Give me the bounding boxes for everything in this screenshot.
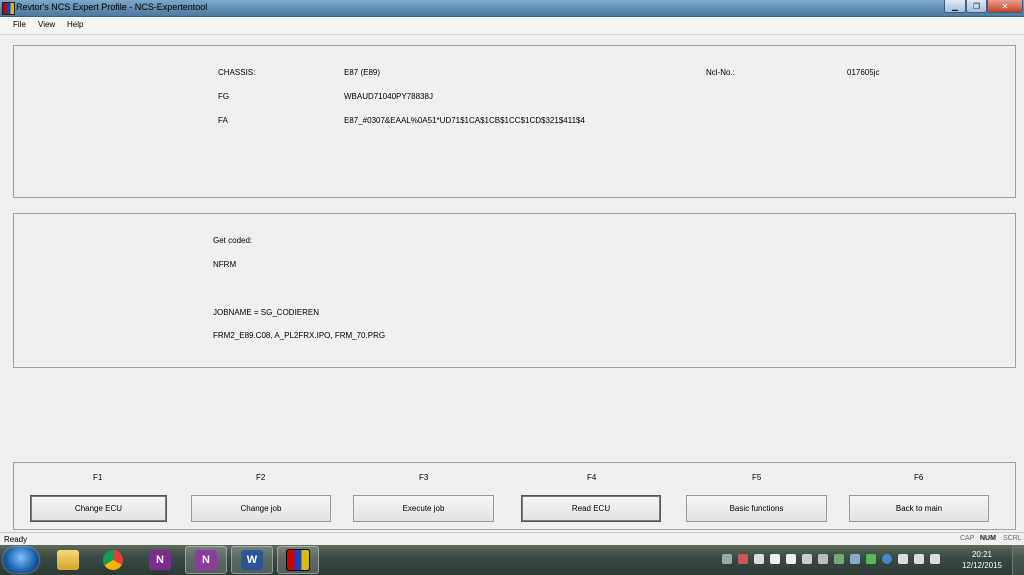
f3-label: F3 xyxy=(419,473,429,482)
fa-label: FA xyxy=(218,116,228,125)
ecu-name: NFRM xyxy=(213,260,237,269)
show-desktop-button[interactable] xyxy=(1012,545,1024,575)
tray-app-icon[interactable] xyxy=(738,554,748,564)
read-ecu-button[interactable]: Read ECU xyxy=(521,495,661,522)
taskbar-onenote-clipper[interactable]: N xyxy=(185,546,227,574)
get-coded-label: Get coded: xyxy=(213,236,253,245)
num-indicator: NUM xyxy=(980,535,996,542)
onenote-clipper-icon: N xyxy=(195,550,217,570)
taskbar-ncs-expert[interactable] xyxy=(277,546,319,574)
menu-help[interactable]: Help xyxy=(67,20,83,29)
chassis-label: CHASSIS: xyxy=(218,68,256,77)
taskbar-onenote[interactable]: N xyxy=(139,546,181,574)
signal-icon[interactable] xyxy=(914,554,924,564)
tray-network-icon[interactable] xyxy=(722,554,732,564)
scrl-indicator: SCRL xyxy=(1003,535,1022,542)
title-bar: Revtor's NCS Expert Profile - NCS-Expert… xyxy=(0,0,1024,17)
change-ecu-button[interactable]: Change ECU xyxy=(30,495,167,522)
restore-icon: ❐ xyxy=(972,1,981,11)
minimize-icon: ▁ xyxy=(951,1,959,11)
minimize-button[interactable]: ▁ xyxy=(944,0,966,13)
chassis-value: E87 (E89) xyxy=(344,68,381,77)
close-icon: ✕ xyxy=(1001,1,1009,11)
job-files-text: FRM2_E89.C08, A_PL2FRX.IPO, FRM_70.PRG xyxy=(213,331,386,340)
tray-grid-icon[interactable] xyxy=(786,554,796,564)
chrome-icon xyxy=(103,550,123,570)
back-to-main-button[interactable]: Back to main xyxy=(849,495,989,522)
tray-window-icon[interactable] xyxy=(770,554,780,564)
menu-file[interactable]: File xyxy=(13,20,26,29)
ncs-expert-icon xyxy=(286,549,310,571)
f6-label: F6 xyxy=(914,473,924,482)
clock-time: 20:21 xyxy=(971,550,993,559)
fg-label: FG xyxy=(218,92,230,101)
cap-indicator: CAP xyxy=(960,535,975,542)
app-icon xyxy=(2,2,15,15)
f5-label: F5 xyxy=(752,473,762,482)
ncl-label: Ncl-No.: xyxy=(706,68,735,77)
f2-label: F2 xyxy=(256,473,266,482)
volume-icon[interactable] xyxy=(930,554,940,564)
start-button[interactable] xyxy=(3,547,39,573)
ncl-value: 017605jc xyxy=(847,68,880,77)
close-button[interactable]: ✕ xyxy=(987,0,1023,13)
jobname-text: JOBNAME = SG_CODIEREN xyxy=(213,308,320,317)
windows-explorer-icon xyxy=(57,550,79,570)
fg-value: WBAUD71040PY78838J xyxy=(344,92,433,101)
tray-plus-icon[interactable] xyxy=(866,554,876,564)
job-info-panel: Get coded: NFRM JOBNAME = SG_CODIEREN FR… xyxy=(13,213,1016,368)
tray-flag-icon[interactable] xyxy=(754,554,764,564)
menu-bar: File View Help xyxy=(0,17,1024,35)
taskbar: N N W xyxy=(0,545,1024,575)
basic-functions-button[interactable]: Basic functions xyxy=(686,495,827,522)
vehicle-info-panel: CHASSIS: E87 (E89) Ncl-No.: 017605jc FG … xyxy=(13,45,1016,198)
taskbar-chrome[interactable] xyxy=(92,546,134,574)
word-icon: W xyxy=(241,550,263,570)
tray-speaker-alt-icon[interactable] xyxy=(802,554,812,564)
change-job-button[interactable]: Change job xyxy=(191,495,331,522)
tray-update-icon[interactable] xyxy=(818,554,828,564)
fa-value: E87_#0307&EAAL%0A51*UD71$1CA$1CB$1CC$1CD… xyxy=(344,116,585,125)
battery-icon[interactable] xyxy=(898,554,908,564)
taskbar-clock[interactable]: 20:21 12/12/2015 xyxy=(958,549,1006,571)
status-bar: Ready CAP NUM SCRL xyxy=(0,532,1024,546)
window-title: Revtor's NCS Expert Profile - NCS-Expert… xyxy=(16,2,208,12)
tray-sync-icon[interactable] xyxy=(850,554,860,564)
f1-label: F1 xyxy=(93,473,103,482)
taskbar-word[interactable]: W xyxy=(231,546,273,574)
bluetooth-icon[interactable] xyxy=(882,554,892,564)
status-text: Ready xyxy=(4,535,28,544)
execute-job-button[interactable]: Execute job xyxy=(353,495,494,522)
restore-button[interactable]: ❐ xyxy=(966,0,987,13)
menu-view[interactable]: View xyxy=(38,20,55,29)
clock-date: 12/12/2015 xyxy=(961,561,1003,570)
tray-shield-icon[interactable] xyxy=(834,554,844,564)
taskbar-explorer[interactable] xyxy=(47,546,89,574)
f4-label: F4 xyxy=(587,473,597,482)
onenote-icon: N xyxy=(149,550,171,570)
